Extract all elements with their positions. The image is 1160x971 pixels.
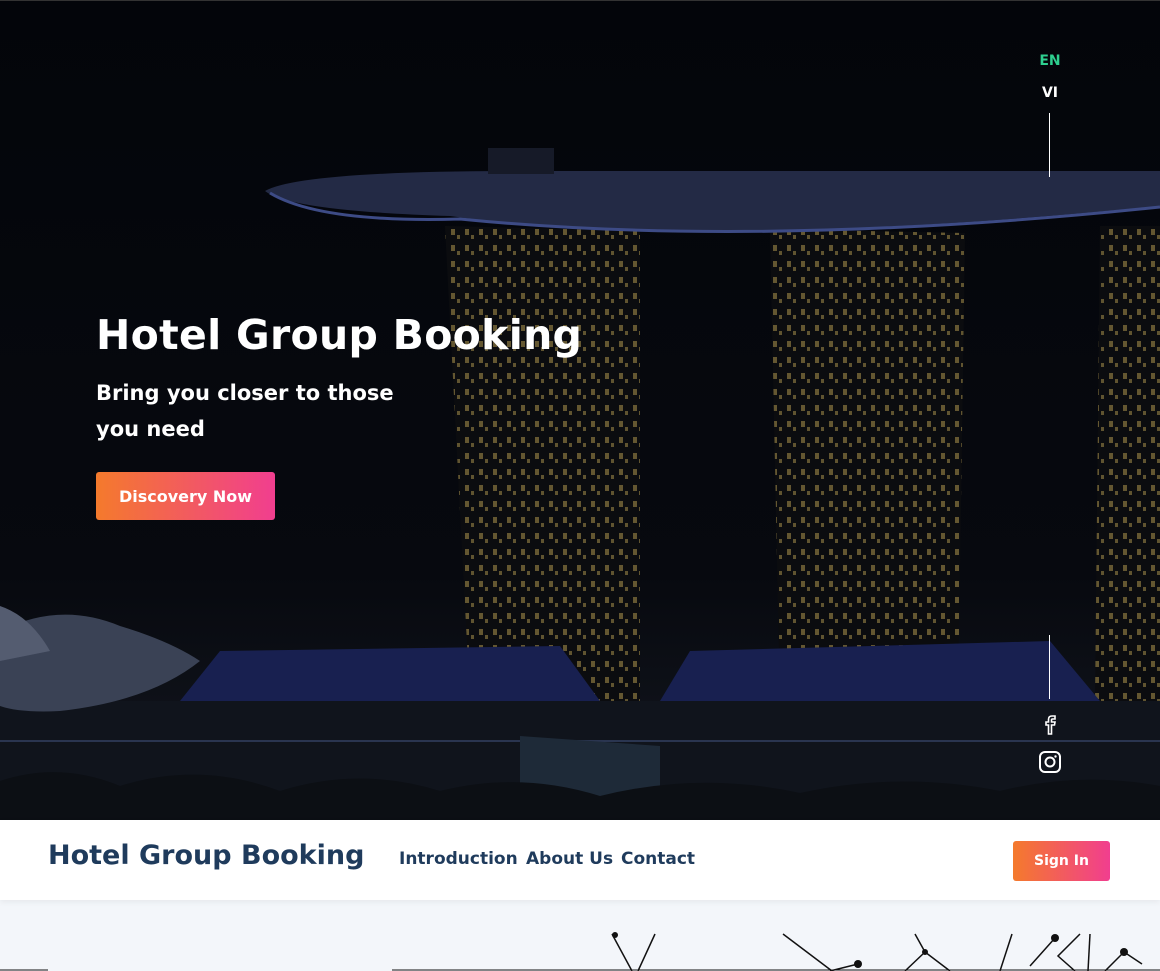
language-option-en[interactable]: EN bbox=[1030, 53, 1070, 69]
instagram-icon[interactable] bbox=[1038, 750, 1062, 774]
next-section-preview bbox=[0, 900, 1160, 971]
network-lines-decoration bbox=[0, 932, 1160, 971]
sign-in-button[interactable]: Sign In bbox=[1013, 841, 1110, 881]
brand-logo-text[interactable]: Hotel Group Booking bbox=[48, 840, 364, 871]
nav-link-introduction[interactable]: Introduction bbox=[399, 849, 518, 869]
discovery-now-button[interactable]: Discovery Now bbox=[96, 472, 275, 520]
nav-link-contact[interactable]: Contact bbox=[621, 849, 695, 869]
divider-line-bottom bbox=[1049, 635, 1050, 699]
hero-subtitle: Bring you closer to those you need bbox=[96, 381, 394, 441]
hero-banner: EN VI Hotel Group Booking Bring you clos… bbox=[0, 0, 1160, 820]
facebook-icon[interactable] bbox=[1038, 712, 1062, 736]
divider-line-top bbox=[1049, 113, 1050, 177]
nav-link-about-us[interactable]: About Us bbox=[526, 849, 613, 869]
hero-title: Hotel Group Booking bbox=[96, 311, 583, 359]
main-navbar: Hotel Group Booking Introduction About U… bbox=[0, 820, 1160, 900]
language-option-vi[interactable]: VI bbox=[1030, 85, 1070, 101]
